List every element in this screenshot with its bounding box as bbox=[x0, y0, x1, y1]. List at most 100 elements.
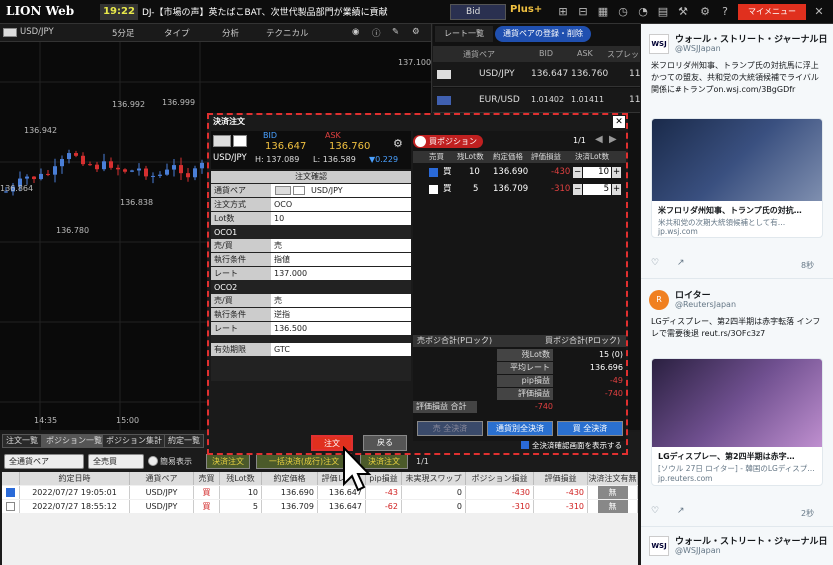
candle-body bbox=[137, 168, 141, 171]
candle-body bbox=[116, 167, 120, 170]
card-image bbox=[652, 359, 822, 447]
close-icon[interactable]: ✕ bbox=[613, 116, 625, 128]
candle-body bbox=[130, 170, 134, 172]
interval-select[interactable]: 5分足 bbox=[112, 27, 134, 39]
info-icon[interactable]: ⓘ bbox=[372, 27, 381, 39]
rate-row[interactable]: EUR/USD 1.01402 1.01411 11 bbox=[433, 88, 640, 113]
tab-positions[interactable]: ポジション一覧 bbox=[42, 434, 106, 448]
price-label: 136.992 bbox=[112, 100, 146, 109]
row-method: 注文方式 OCO bbox=[211, 198, 411, 211]
row-lot: Lot数 10 bbox=[211, 212, 411, 225]
flag-icon bbox=[233, 135, 247, 147]
position-row[interactable]: 買 10 136.690 -430 − 10 + bbox=[413, 165, 626, 180]
gear-icon[interactable]: ⚙ bbox=[698, 5, 712, 19]
buy-all-button[interactable]: 買 全決済 bbox=[557, 421, 623, 436]
flag-icon bbox=[437, 70, 451, 79]
qty-input[interactable]: 10 bbox=[583, 167, 611, 178]
pair-all-button[interactable]: 通貨別全決済 bbox=[487, 421, 553, 436]
gear-icon[interactable]: ⚙ bbox=[393, 137, 403, 150]
card-image bbox=[652, 119, 822, 201]
chart-pair[interactable]: USD/JPY bbox=[20, 27, 54, 37]
price-label: 136.780 bbox=[56, 226, 90, 235]
candle-body bbox=[25, 176, 29, 179]
simple-radio[interactable] bbox=[148, 456, 158, 466]
analysis-select[interactable]: 分析 bbox=[222, 27, 239, 39]
chart-toolbar: USD/JPY 5分足 タイプ 分析 テクニカル ◉ ⓘ ✎ ⚙ bbox=[0, 24, 431, 42]
flag-icon bbox=[275, 186, 291, 195]
pair-select[interactable]: 全通貨ペア bbox=[4, 454, 84, 469]
position-row[interactable]: 買 5 136.709 -310 − 5 + bbox=[413, 182, 626, 197]
news-ticker[interactable]: DJ-【市場の声】英たばこBAT、次世代製品部門が業績に貢献 bbox=[142, 5, 442, 18]
doc-icon[interactable]: ▤ bbox=[656, 5, 670, 19]
next-icon[interactable]: ▶ bbox=[609, 134, 617, 145]
dialog-title: 決済注文 bbox=[209, 115, 626, 129]
grid-icon[interactable]: ⊞ bbox=[556, 5, 570, 19]
heart-icon[interactable]: ♡ bbox=[651, 258, 659, 268]
candle-body bbox=[144, 168, 148, 177]
wsj-avatar[interactable]: WSJ bbox=[649, 34, 669, 54]
qty-input[interactable]: 5 bbox=[583, 184, 611, 195]
price-level: 137.100 bbox=[398, 58, 432, 67]
calendar-icon[interactable]: ▦ bbox=[596, 5, 610, 19]
tweet-card[interactable]: LGディスプレー、第2四半期は赤字… [ソウル 27日 ロイター] - 韓国のL… bbox=[651, 358, 823, 486]
candle-body bbox=[165, 169, 169, 175]
share-icon[interactable]: ↗ bbox=[677, 258, 685, 268]
candle-body bbox=[172, 165, 176, 170]
side-select[interactable]: 全売買 bbox=[88, 454, 144, 469]
candle-body bbox=[109, 161, 113, 168]
pin-icon[interactable]: ◉ bbox=[352, 27, 359, 37]
candle-body bbox=[200, 162, 204, 169]
minus-button[interactable]: − bbox=[573, 184, 582, 195]
share-icon[interactable]: ↗ bbox=[677, 506, 685, 516]
reuters-avatar[interactable]: R bbox=[649, 290, 669, 310]
rate-row[interactable]: USD/JPY 136.647 136.760 11 bbox=[433, 62, 640, 87]
heart-icon[interactable]: ♡ bbox=[651, 506, 659, 516]
table-row[interactable]: 2022/07/27 18:55:12 USD/JPY 買 5 136.709 … bbox=[2, 500, 638, 513]
twitter-feed[interactable]: WSJ ウォール・ストリート・ジャーナル日 @WSJJapan 米フロリダ州知事… bbox=[641, 24, 833, 565]
checkbox[interactable] bbox=[429, 185, 438, 194]
candle-body bbox=[32, 176, 36, 180]
price-label: 136.942 bbox=[24, 126, 58, 135]
summary: 売ポジ合計(Pロック) 買ポジ合計(Pロック) 残Lot数 15 (0) 平均レー… bbox=[413, 335, 626, 415]
tab-orders[interactable]: 注文一覧 bbox=[2, 434, 42, 448]
technical-select[interactable]: テクニカル bbox=[266, 27, 309, 39]
close-icon[interactable]: ✕ bbox=[812, 5, 826, 19]
tools-icon[interactable]: ⚒ bbox=[676, 5, 690, 19]
plus-button[interactable]: + bbox=[612, 167, 621, 178]
prev-icon[interactable]: ◀ bbox=[595, 134, 603, 145]
help-icon[interactable]: ? bbox=[718, 5, 732, 19]
candle-body bbox=[74, 153, 78, 156]
tweet-card[interactable]: 米フロリダ州知事、トランプ氏の対抗… 米共和党の次期大統領候補として有… jp.… bbox=[651, 118, 823, 238]
bulk-settle-button[interactable]: 一括決済(成行)注文 bbox=[256, 454, 352, 469]
candle-body bbox=[46, 173, 50, 175]
radio-icon[interactable] bbox=[415, 136, 426, 147]
type-select[interactable]: タイプ bbox=[164, 27, 190, 39]
price-label: 136.864 bbox=[0, 184, 34, 193]
clock-icon[interactable]: ◷ bbox=[616, 5, 630, 19]
candle-body bbox=[39, 173, 43, 180]
sell-all-button[interactable]: 売 全決済 bbox=[417, 421, 483, 436]
settlement-dialog: 決済注文 ✕ USD/JPY BID ASK 136.647 136.760 ⚙… bbox=[207, 113, 628, 455]
plus-button[interactable]: + bbox=[612, 184, 621, 195]
settings-icon[interactable]: ⚙ bbox=[412, 27, 420, 37]
checkbox[interactable] bbox=[429, 168, 438, 177]
tab-register-pairs[interactable]: 通貨ペアの登録・削除 bbox=[495, 26, 591, 42]
pie-icon[interactable]: ◔ bbox=[636, 5, 650, 19]
settle-order-button[interactable]: 決済注文 bbox=[206, 454, 250, 469]
my-menu-button[interactable]: マイメニュー bbox=[738, 4, 806, 20]
candle-body bbox=[81, 155, 85, 165]
tab-executions[interactable]: 約定一覧 bbox=[164, 434, 204, 448]
bid-select[interactable]: Bid bbox=[450, 4, 506, 20]
plus-logo[interactable]: Plus+ bbox=[510, 4, 542, 15]
cursor-icon bbox=[343, 446, 372, 492]
minus-button[interactable]: − bbox=[573, 167, 582, 178]
row-pair: 通貨ペア USD/JPY bbox=[211, 184, 411, 197]
tab-rate-list[interactable]: レート一覧 bbox=[435, 26, 493, 42]
tab-summary[interactable]: ポジション集計 bbox=[102, 434, 166, 448]
table-row[interactable]: 2022/07/27 19:05:01 USD/JPY 買 10 136.690… bbox=[2, 486, 638, 499]
positions-table: 約定日時 通貨ペア 売買 残Lot数 約定価格 評価レート pip損益 未実現ス… bbox=[2, 472, 638, 565]
wsj-avatar[interactable]: WSJ bbox=[649, 536, 669, 556]
checkbox[interactable] bbox=[521, 441, 529, 449]
pen-icon[interactable]: ✎ bbox=[392, 27, 399, 37]
layout-icon[interactable]: ⊟ bbox=[576, 5, 590, 19]
